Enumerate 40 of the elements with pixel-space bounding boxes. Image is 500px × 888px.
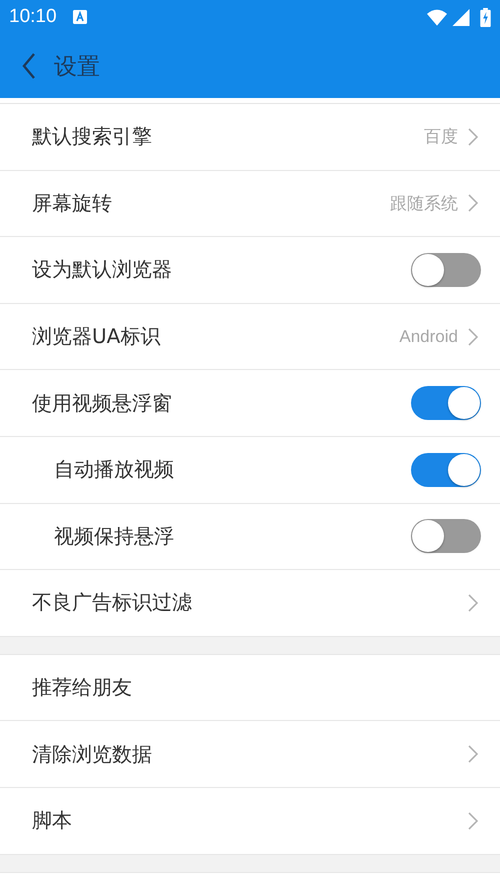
settings-row[interactable]: 视频保持悬浮	[0, 504, 500, 570]
settings-row[interactable]: 浏览器UA标识 Android	[0, 304, 500, 370]
settings-row[interactable]: 清除浏览数据	[0, 721, 500, 788]
battery-icon	[480, 8, 491, 26]
settings-row[interactable]: 使用视频悬浮窗	[0, 370, 500, 437]
row-label: 屏幕旋转	[32, 190, 112, 217]
chevron-icon	[468, 594, 478, 612]
settings-row[interactable]: 默认搜索引擎 百度	[0, 104, 500, 171]
toggle-switch[interactable]	[411, 252, 481, 287]
row-value: 跟随系统	[390, 192, 458, 215]
row-label: 使用视频悬浮窗	[32, 390, 172, 417]
chevron-icon	[468, 812, 478, 830]
row-label: 自动播放视频	[54, 456, 174, 484]
row-label: 设为默认浏览器	[32, 256, 172, 284]
toggle-switch[interactable]	[411, 519, 481, 554]
chevron-icon	[468, 745, 478, 764]
settings-row[interactable]: 屏幕旋转 跟随系统	[0, 170, 500, 238]
row-value: Android	[399, 326, 458, 347]
row-label: 推荐给朋友	[32, 674, 132, 702]
status-time: 10:10	[9, 6, 57, 28]
back-icon[interactable]	[22, 53, 36, 79]
row-value: 百度	[424, 126, 458, 148]
settings-row[interactable]: 设为默认浏览器	[0, 237, 500, 304]
toggle-switch[interactable]	[411, 386, 481, 420]
signal-icon	[451, 8, 471, 26]
chevron-icon	[468, 128, 478, 146]
notification-icon	[72, 10, 87, 24]
page-title: 设置	[54, 52, 100, 82]
toggle-switch[interactable]	[411, 452, 481, 487]
settings-row[interactable]: 自动播放视频	[0, 436, 500, 504]
row-label: 浏览器UA标识	[32, 323, 160, 350]
chevron-icon	[468, 328, 478, 346]
settings-row[interactable]: 推荐给朋友	[0, 654, 500, 722]
row-label: 脚本	[32, 807, 72, 834]
row-label: 视频保持悬浮	[54, 522, 174, 550]
row-label: 清除浏览数据	[32, 740, 152, 768]
wifi-icon	[427, 8, 447, 26]
chevron-icon	[468, 194, 478, 212]
row-label: 不良广告标识过滤	[32, 589, 192, 616]
row-label: 默认搜索引擎	[32, 123, 152, 150]
